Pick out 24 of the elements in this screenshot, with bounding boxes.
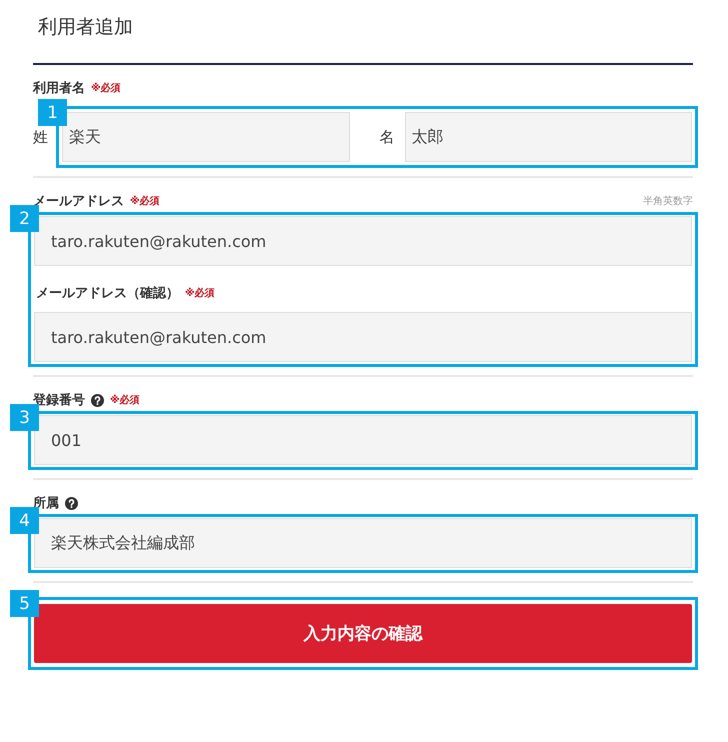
- number-badge: 4: [10, 507, 39, 534]
- required-mark: ※必須: [91, 82, 121, 95]
- input-field[interactable]: taro.rakuten@rakuten.com: [34, 312, 692, 362]
- input-field[interactable]: 楽天株式会社編成部: [34, 518, 692, 568]
- field-label: 名: [380, 128, 394, 146]
- required-mark: ※必須: [110, 394, 140, 407]
- input-field[interactable]: 楽天: [62, 112, 350, 162]
- input-field[interactable]: taro.rakuten@rakuten.com: [34, 216, 692, 266]
- number-badge: 2: [10, 205, 39, 232]
- required-mark: ※必須: [130, 194, 160, 208]
- number-badge: 1: [38, 99, 67, 126]
- field-label: 姓: [33, 128, 49, 146]
- help-icon[interactable]: [65, 496, 78, 510]
- field-label: メールアドレス（確認）: [36, 285, 179, 302]
- page-title: 利用者追加: [37, 15, 134, 40]
- field-label: 利用者名: [33, 80, 85, 97]
- input-field[interactable]: 001: [34, 415, 692, 465]
- required-mark: ※必須: [185, 286, 215, 300]
- submit-button[interactable]: 入力内容の確認: [34, 604, 692, 663]
- number-badge: 5: [10, 590, 39, 617]
- number-badge: 3: [10, 404, 39, 431]
- input-hint: 半角英数字: [643, 194, 693, 208]
- input-field[interactable]: 太郎: [404, 112, 692, 162]
- help-icon[interactable]: [91, 394, 104, 406]
